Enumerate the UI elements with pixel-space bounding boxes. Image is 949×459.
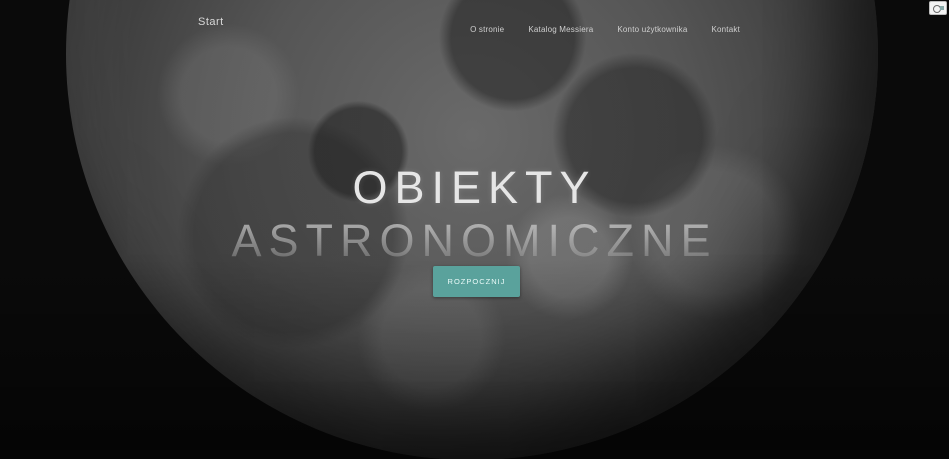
nav-link-o-stronie[interactable]: O stronie [470, 25, 504, 34]
top-navigation: Start O stronie Katalog Messiera Konto u… [0, 16, 949, 34]
nav-menu: O stronie Katalog Messiera Konto użytkow… [470, 17, 740, 36]
browser-extension-icon[interactable] [929, 1, 947, 15]
nav-brand-start[interactable]: Start [198, 16, 224, 28]
nav-link-kontakt[interactable]: Kontakt [711, 25, 740, 34]
nav-item-katalog-messiera: Katalog Messiera [528, 17, 593, 36]
nav-item-konto-uzytkownika: Konto użytkownika [617, 17, 687, 36]
start-button[interactable]: ROZPOCZNIJ [433, 266, 520, 297]
nav-item-o-stronie: O stronie [470, 17, 504, 36]
hero-title: OBIEKTY [352, 162, 597, 213]
nav-link-konto-uzytkownika[interactable]: Konto użytkownika [617, 25, 687, 34]
nav-item-kontakt: Kontakt [711, 17, 740, 36]
hero-subtitle: ASTRONOMICZNE [0, 215, 949, 267]
nav-link-katalog-messiera[interactable]: Katalog Messiera [528, 25, 593, 34]
page: Start O stronie Katalog Messiera Konto u… [0, 0, 949, 459]
